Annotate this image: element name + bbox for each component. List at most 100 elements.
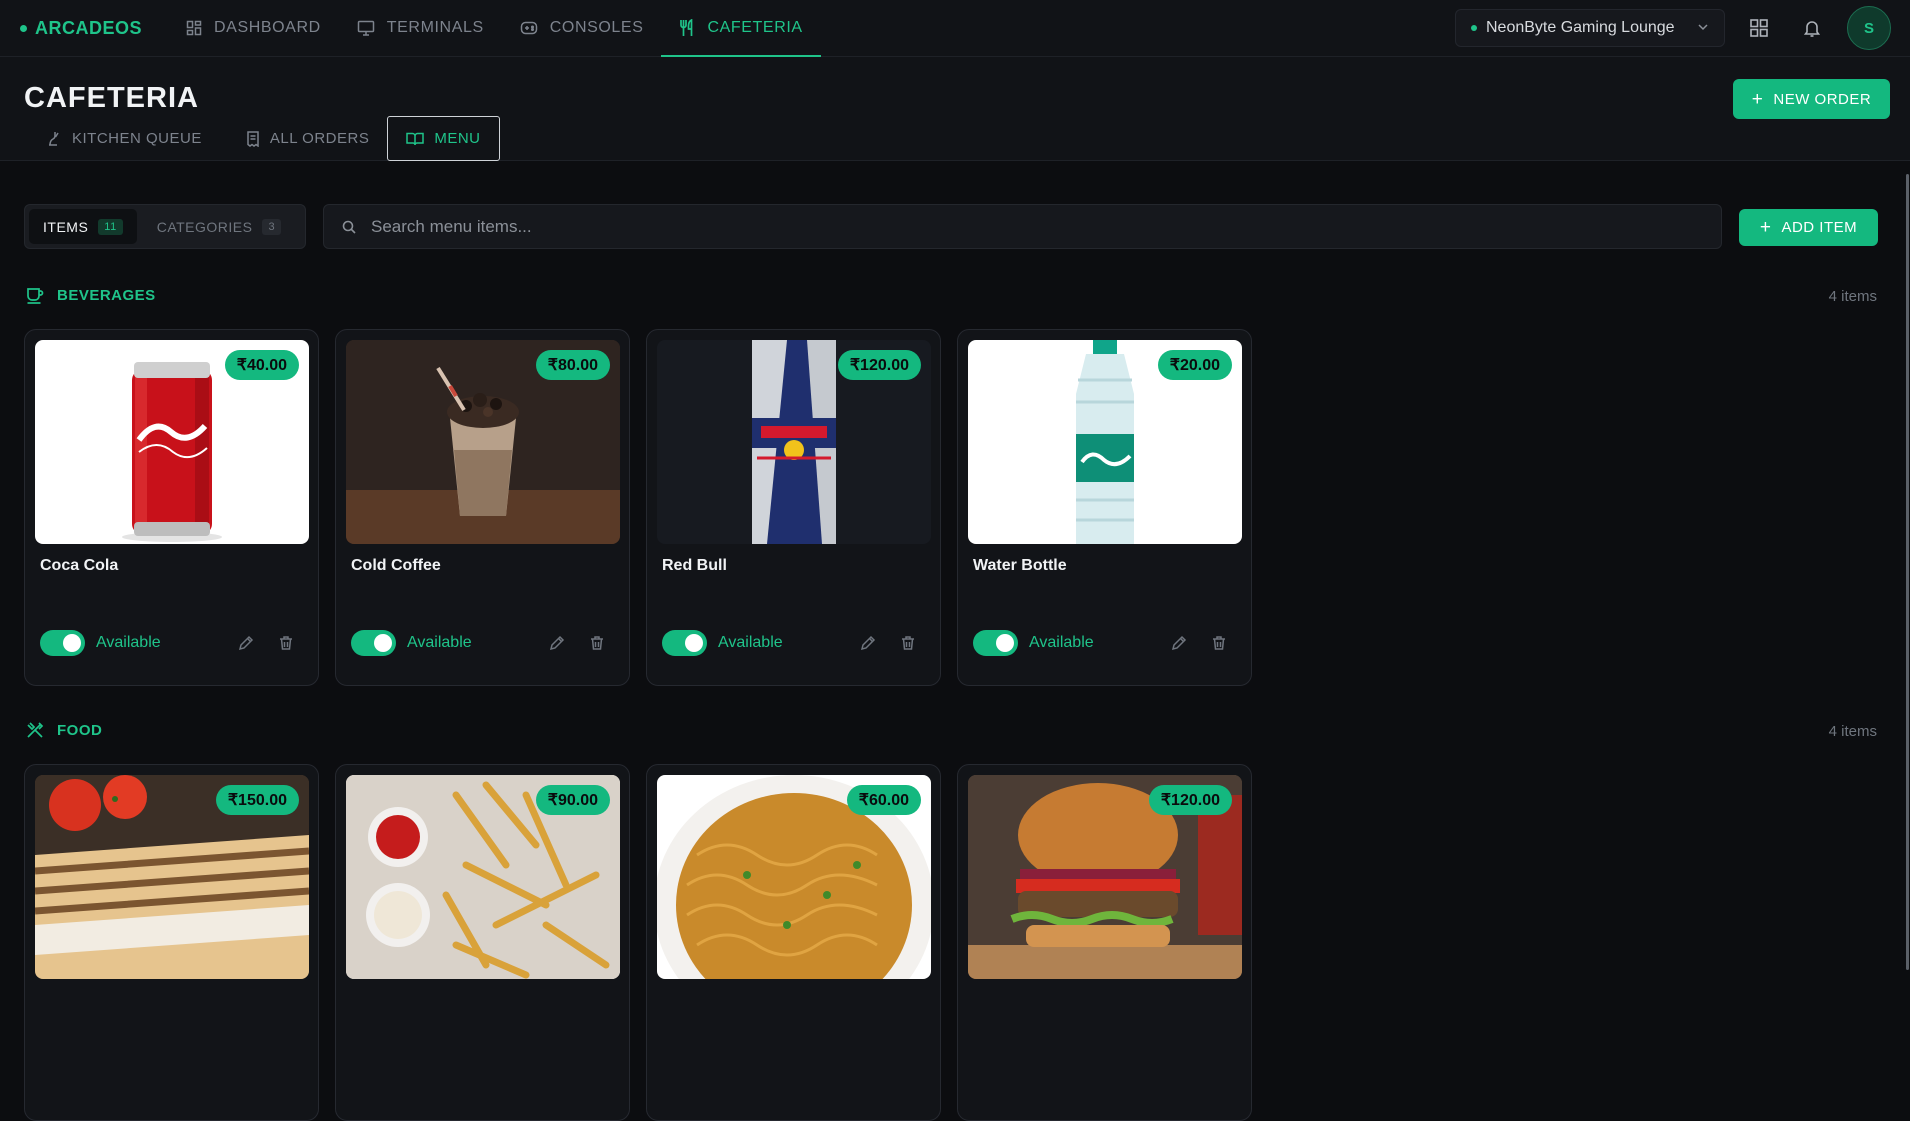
- nav-tab-label: CONSOLES: [549, 19, 644, 36]
- burger-image: ₹120.00: [968, 775, 1242, 979]
- availability-label: Available: [718, 634, 783, 651]
- nav-tab-consoles[interactable]: CONSOLES: [502, 0, 662, 57]
- search-input[interactable]: [369, 215, 1673, 238]
- item-name: Water Bottle: [973, 557, 1067, 574]
- lounge-name: NeonByte Gaming Lounge: [1486, 19, 1675, 36]
- items-count-badge: 11: [98, 218, 123, 235]
- availability-toggle[interactable]: [351, 630, 396, 656]
- notifications-button[interactable]: [1798, 14, 1826, 42]
- delete-button[interactable]: [897, 632, 919, 654]
- red-bull-can-image: ₹120.00: [657, 340, 931, 544]
- availability-label: Available: [1029, 634, 1094, 651]
- page-title: CAFETERIA: [24, 82, 199, 114]
- menu-item-card: ₹90.00: [335, 764, 630, 1121]
- gamepad-icon: [520, 21, 538, 35]
- trash-icon: [902, 636, 914, 650]
- chef-icon: [49, 131, 59, 146]
- brand-name: ARCADEOS: [35, 17, 143, 38]
- section-title: FOOD: [57, 721, 103, 739]
- price-badge: ₹60.00: [846, 785, 921, 815]
- delete-button[interactable]: [275, 632, 297, 654]
- add-item-button[interactable]: + ADD ITEM: [1739, 209, 1878, 246]
- add-item-label: ADD ITEM: [1781, 219, 1858, 236]
- new-order-button[interactable]: + NEW ORDER: [1733, 79, 1890, 119]
- section-header-beverages: BEVERAGES: [26, 286, 156, 304]
- section-header-food: FOOD: [26, 721, 102, 739]
- nav-tab-terminals[interactable]: TERMINALS: [339, 0, 502, 57]
- price-badge: ₹40.00: [224, 350, 299, 380]
- user-avatar[interactable]: S: [1847, 6, 1891, 50]
- subtab-kitchen-queue[interactable]: KITCHEN QUEUE: [28, 116, 220, 161]
- fork-knife-icon: [27, 722, 44, 738]
- price-badge: ₹90.00: [535, 785, 610, 815]
- section-title: BEVERAGES: [57, 286, 156, 304]
- subtab-menu[interactable]: MENU: [387, 116, 500, 161]
- scrollbar-thumb[interactable]: [1906, 174, 1909, 970]
- items-tab[interactable]: ITEMS 11: [29, 209, 137, 244]
- nav-tab-dashboard[interactable]: DASHBOARD: [168, 0, 339, 57]
- search-icon: [342, 220, 356, 234]
- coca-cola-can-image: ₹40.00: [35, 340, 309, 544]
- french-fries-image: ₹90.00: [346, 775, 620, 979]
- categories-tab[interactable]: CATEGORIES 3: [143, 209, 295, 244]
- plus-icon: +: [1751, 88, 1764, 110]
- menu-item-card: ₹150.00: [24, 764, 319, 1121]
- receipt-icon: [247, 130, 259, 147]
- plus-icon: +: [1759, 217, 1772, 238]
- menu-item-card: ₹120.00 Red Bull Available: [646, 329, 941, 686]
- subtab-label: MENU: [434, 130, 481, 147]
- cup-icon: [27, 288, 44, 304]
- availability-toggle[interactable]: [662, 630, 707, 656]
- search-bar: [323, 204, 1722, 249]
- price-badge: ₹150.00: [215, 785, 299, 815]
- sandwich-image: ₹150.00: [35, 775, 309, 979]
- menu-item-card: ₹20.00 Water Bottle Available: [957, 329, 1252, 686]
- menu-item-card: ₹40.00 Coca Cola Available: [24, 329, 319, 686]
- chevron-down-icon: [1698, 24, 1708, 31]
- noodles-image: ₹60.00: [657, 775, 931, 979]
- price-badge: ₹80.00: [535, 350, 610, 380]
- delete-button[interactable]: [1208, 632, 1230, 654]
- edit-button[interactable]: [235, 632, 257, 654]
- cold-coffee-image: ₹80.00: [346, 340, 620, 544]
- menu-item-card: ₹80.00 Cold Coffee Available: [335, 329, 630, 686]
- categories-tab-label: CATEGORIES: [156, 218, 253, 235]
- availability-toggle[interactable]: [40, 630, 85, 656]
- subtab-label: ALL ORDERS: [269, 130, 370, 147]
- categories-count-badge: 3: [262, 218, 282, 235]
- dashboard-icon: [186, 20, 202, 36]
- menu-item-card: ₹120.00: [957, 764, 1252, 1121]
- item-name: Red Bull: [662, 557, 727, 574]
- edit-button[interactable]: [857, 632, 879, 654]
- grid-icon: [1750, 19, 1768, 37]
- nav-tab-label: DASHBOARD: [214, 19, 321, 36]
- price-badge: ₹120.00: [837, 350, 921, 380]
- utensils-icon: [680, 19, 693, 36]
- subtabs: KITCHEN QUEUE ALL ORDERS MENU: [28, 116, 500, 161]
- apps-grid-button[interactable]: [1745, 14, 1773, 42]
- page-header: CAFETERIA + NEW ORDER KITCHEN QUEUE ALL …: [0, 57, 1910, 161]
- price-badge: ₹20.00: [1157, 350, 1232, 380]
- status-dot: [1471, 25, 1477, 31]
- nav-tab-cafeteria[interactable]: CAFETERIA: [661, 0, 821, 57]
- edit-button[interactable]: [1168, 632, 1190, 654]
- trash-icon: [591, 636, 603, 650]
- subtab-label: KITCHEN QUEUE: [72, 130, 202, 147]
- brand-logo[interactable]: ARCADEOS: [20, 18, 142, 39]
- section-item-count: 4 items: [1828, 288, 1877, 305]
- item-name: Cold Coffee: [351, 557, 441, 574]
- bell-icon: [1803, 21, 1821, 37]
- availability-toggle[interactable]: [973, 630, 1018, 656]
- monitor-icon: [357, 20, 375, 36]
- trash-icon: [280, 636, 292, 650]
- delete-button[interactable]: [586, 632, 608, 654]
- edit-button[interactable]: [546, 632, 568, 654]
- lounge-selector[interactable]: NeonByte Gaming Lounge: [1455, 9, 1725, 47]
- view-switcher: ITEMS 11 CATEGORIES 3: [24, 204, 306, 249]
- section-item-count: 4 items: [1828, 723, 1877, 740]
- pencil-icon: [238, 635, 254, 651]
- item-name: Coca Cola: [40, 557, 119, 574]
- availability-label: Available: [96, 634, 161, 651]
- subtab-all-orders[interactable]: ALL ORDERS: [228, 116, 387, 161]
- new-order-label: NEW ORDER: [1773, 90, 1872, 108]
